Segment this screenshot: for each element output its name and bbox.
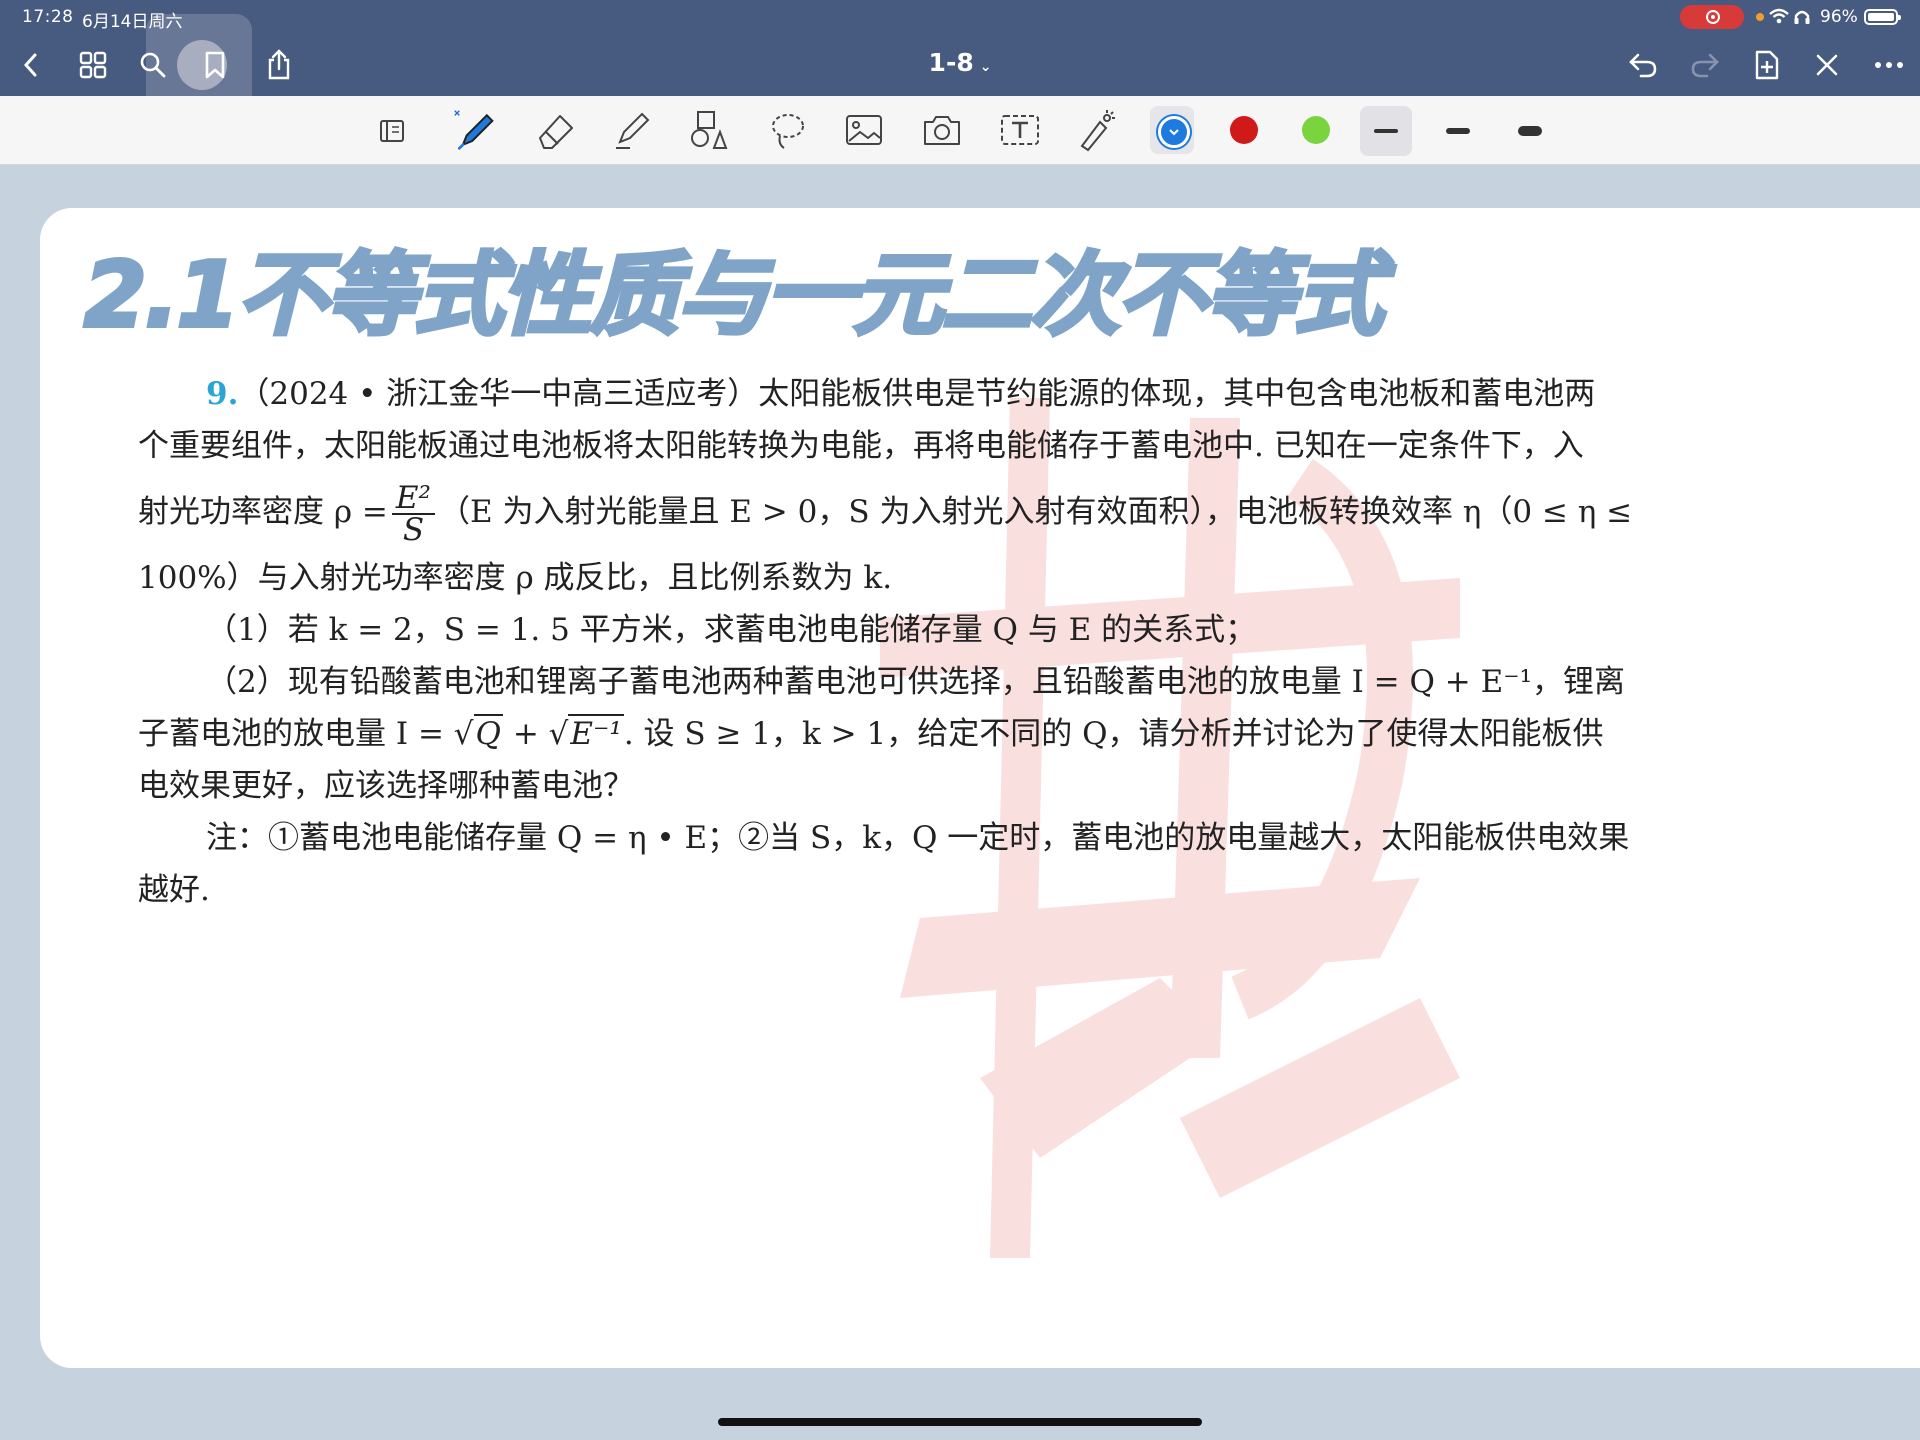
laser-pointer-icon bbox=[1080, 110, 1115, 152]
undo-icon bbox=[1629, 53, 1657, 78]
bookmark-icon bbox=[205, 51, 225, 79]
image-icon bbox=[846, 115, 882, 145]
screen-recording-indicator[interactable] bbox=[1680, 5, 1744, 29]
document-title-menu[interactable]: 1-8 ⌄ bbox=[900, 48, 1020, 77]
close-editing-button[interactable] bbox=[1810, 48, 1844, 82]
more-icon bbox=[1875, 62, 1903, 68]
document-page[interactable]: 2.1不等式性质与一元二次不等式 9.（2024 • 浙江金华一中高三适应考）太… bbox=[40, 208, 1920, 1368]
fraction-denominator: S bbox=[402, 511, 425, 548]
battery-icon bbox=[1864, 9, 1901, 25]
problem-9: 9.（2024 • 浙江金华一中高三适应考）太阳能板供电是节约能源的体现，其中包… bbox=[138, 368, 1718, 916]
stroke-medium-icon bbox=[1446, 128, 1470, 134]
lasso-tool[interactable] bbox=[766, 108, 810, 152]
fraction-numerator: E² bbox=[391, 482, 435, 515]
sqrt-q: Q bbox=[473, 714, 503, 752]
problem-line: 子蓄电池的放电量 I = √Q + √E⁻¹. 设 S ≥ 1，k > 1，给定… bbox=[138, 714, 1604, 752]
pen-icon bbox=[454, 110, 494, 150]
eraser-tool[interactable] bbox=[534, 108, 578, 152]
camera-icon bbox=[924, 116, 960, 145]
document-title: 1-8 bbox=[928, 48, 974, 77]
back-button[interactable] bbox=[14, 48, 48, 82]
share-icon bbox=[268, 49, 290, 80]
search-button[interactable] bbox=[136, 48, 170, 82]
chevron-down-icon: ⌄ bbox=[979, 59, 992, 75]
problem-line: 电效果更好，应该选择哪种蓄电池？ bbox=[138, 768, 634, 804]
thumbnails-button[interactable] bbox=[76, 48, 110, 82]
bookmark-button[interactable] bbox=[198, 48, 232, 82]
stroke-thick-button[interactable] bbox=[1504, 106, 1556, 156]
problem-text: 子蓄电池的放电量 I = bbox=[138, 716, 444, 752]
eraser-icon bbox=[539, 115, 573, 149]
pen-tool[interactable] bbox=[452, 108, 496, 152]
camera-tool[interactable] bbox=[920, 108, 964, 152]
highlighter-tool[interactable] bbox=[610, 108, 654, 152]
fraction-e2-over-s: E² S bbox=[391, 482, 435, 548]
stroke-medium-button[interactable] bbox=[1432, 106, 1484, 156]
color-red-swatch[interactable] bbox=[1230, 116, 1258, 144]
chevron-down-icon bbox=[1169, 129, 1179, 136]
battery-percent: 96% bbox=[1820, 7, 1858, 27]
problem-number: 9. bbox=[206, 376, 239, 412]
home-indicator[interactable] bbox=[718, 1418, 1202, 1426]
image-tool[interactable] bbox=[842, 108, 886, 152]
problem-line: 100%）与入射光功率密度 ρ 成反比，且比例系数为 k. bbox=[138, 560, 893, 596]
shapes-icon bbox=[691, 111, 728, 149]
pen-off-icon bbox=[1816, 54, 1838, 76]
chapter-heading: 2.1不等式性质与一元二次不等式 bbox=[82, 241, 1385, 350]
problem-text: . 设 S ≥ 1，k > 1，给定不同的 Q，请分析并讨论为了使得太阳能板供 bbox=[623, 716, 1604, 752]
laser-pointer-tool[interactable] bbox=[1074, 108, 1118, 152]
lasso-icon bbox=[772, 114, 804, 149]
problem-text: （2024 • 浙江金华一中高三适应考）太阳能板供电是节约能源的体现，其中包含电… bbox=[238, 376, 1596, 412]
read-mode-icon bbox=[380, 120, 404, 142]
add-page-icon bbox=[1755, 50, 1779, 80]
problem-line: 越好. bbox=[138, 872, 210, 908]
status-time: 17:28 bbox=[22, 7, 74, 27]
text-box-icon bbox=[1001, 115, 1039, 145]
problem-line: 射光功率密度 ρ = E² S （E 为入射光能量且 E > 0，S 为入射光入射有效… bbox=[138, 472, 1718, 552]
reading-mode-button[interactable] bbox=[372, 108, 416, 152]
color-blue-swatch[interactable] bbox=[1158, 116, 1190, 148]
redo-icon bbox=[1691, 53, 1719, 78]
status-bar: 17:28 6月14日周六 96% bbox=[0, 0, 1920, 34]
undo-button[interactable] bbox=[1626, 48, 1660, 82]
highlighter-icon bbox=[616, 112, 650, 149]
mic-in-use-dot bbox=[1756, 13, 1764, 21]
part-1: （1）若 k = 2，S = 1. 5 平方米，求蓄电池电能储存量 Q 与 E … bbox=[206, 612, 1257, 648]
sqrt-e-inverse: E⁻¹ bbox=[568, 714, 624, 752]
document-nav-bar: 1-8 ⌄ bbox=[0, 14, 1920, 116]
problem-text: 射光功率密度 ρ = bbox=[138, 494, 388, 530]
part-2: （2）现有铅酸蓄电池和锂离子蓄电池两种蓄电池可供选择，且铅酸蓄电池的放电量 I … bbox=[206, 664, 1626, 700]
search-icon bbox=[140, 52, 166, 78]
stroke-thick-icon bbox=[1518, 126, 1542, 136]
redo-button[interactable] bbox=[1688, 48, 1722, 82]
add-page-button[interactable] bbox=[1750, 48, 1784, 82]
record-icon bbox=[1706, 10, 1720, 24]
wifi-headphones-icons bbox=[1768, 6, 1816, 30]
problem-line: 9.（2024 • 浙江金华一中高三适应考）太阳能板供电是节约能源的体现，其中包… bbox=[138, 368, 1718, 420]
wifi-icon bbox=[1769, 8, 1810, 24]
plus-sign: + bbox=[512, 716, 539, 752]
shapes-tool[interactable] bbox=[688, 108, 732, 152]
text-tool[interactable] bbox=[998, 108, 1042, 152]
problem-line: 个重要组件，太阳能板通过电池板将太阳能转换为电能，再将电能储存于蓄电池中. 已知… bbox=[138, 428, 1584, 464]
grid-icon bbox=[79, 51, 107, 79]
share-button[interactable] bbox=[262, 48, 296, 82]
more-button[interactable] bbox=[1872, 48, 1906, 82]
annotation-toolbar bbox=[0, 96, 1920, 165]
note: 注：①蓄电池电能储存量 Q = η • E；②当 S，k，Q 一定时，蓄电池的放… bbox=[206, 820, 1630, 856]
stroke-thin-icon bbox=[1374, 129, 1398, 133]
chevron-left-icon bbox=[23, 53, 37, 77]
color-green-swatch[interactable] bbox=[1302, 116, 1330, 144]
stroke-thin-button[interactable] bbox=[1360, 106, 1412, 156]
problem-text: （E 为入射光能量且 E > 0，S 为入射光入射有效面积），电池板转换效率 η… bbox=[438, 494, 1633, 530]
